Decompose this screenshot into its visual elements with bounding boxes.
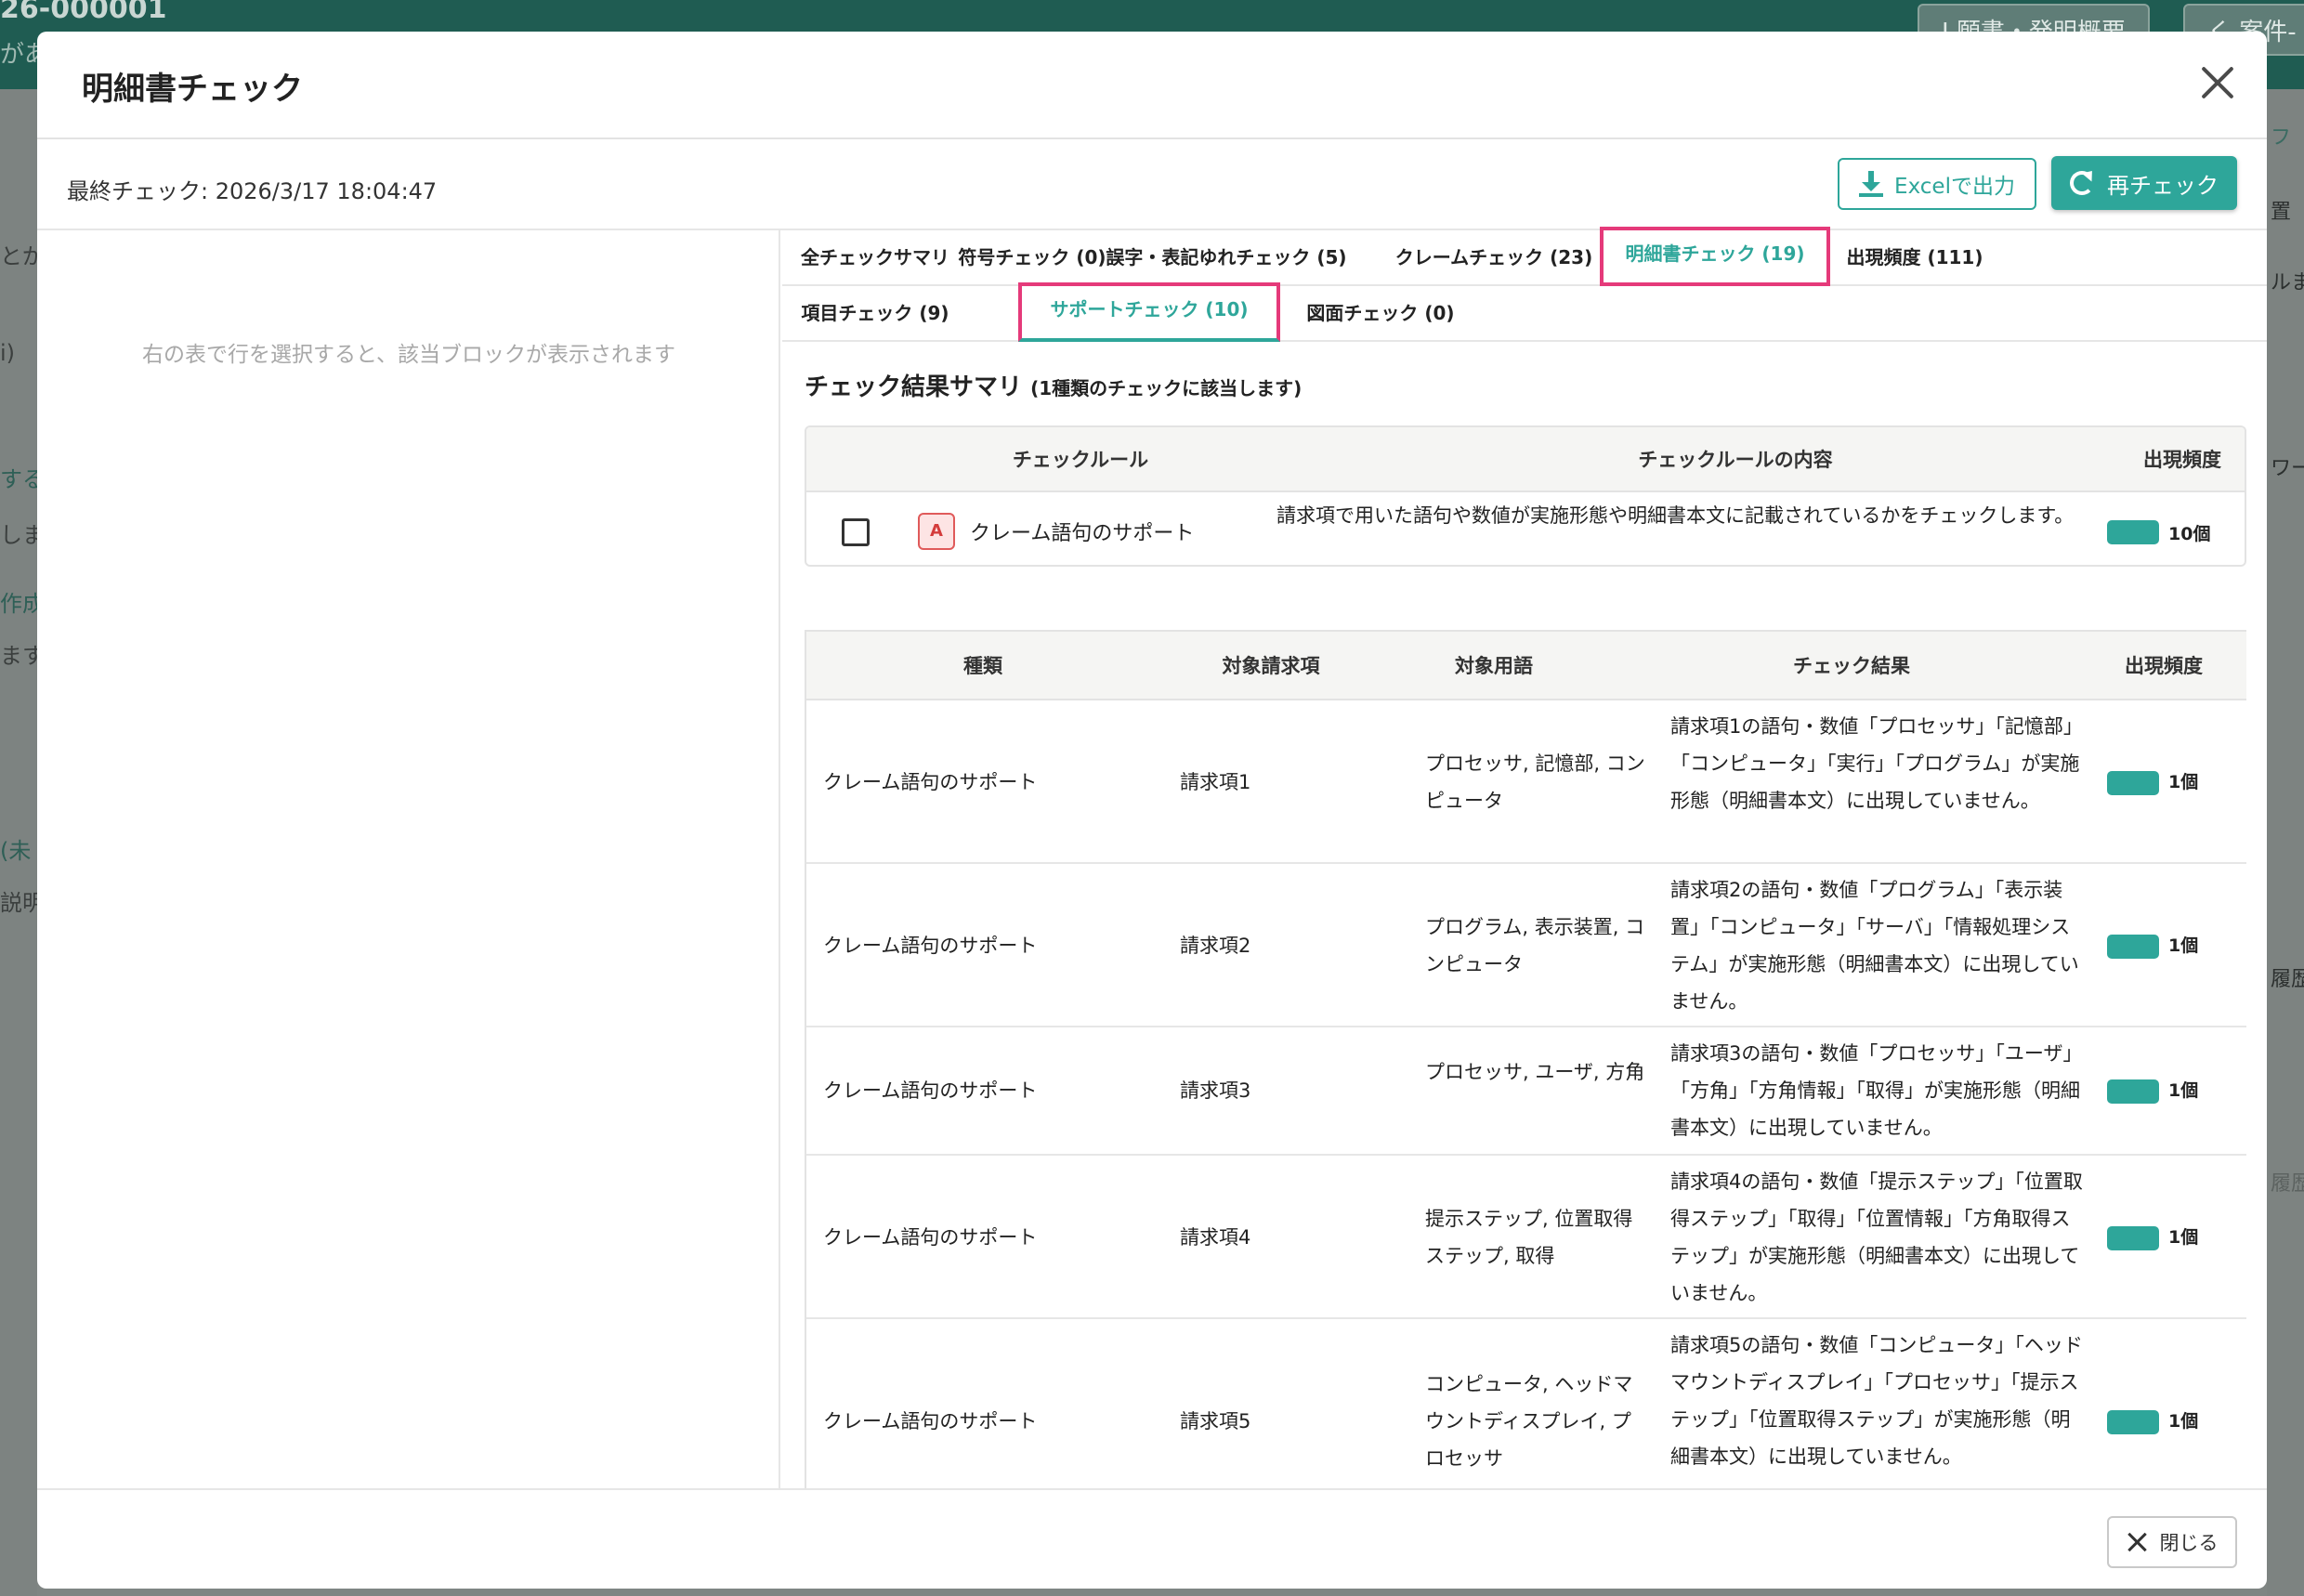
tab-support-check[interactable]: サポートチェック (10) (1018, 282, 1280, 342)
tab-all-summary[interactable]: 全チェックサマリ (801, 230, 949, 284)
recheck-label: 再チェック (2107, 172, 2219, 199)
detail-table-header: 種類 対象請求項 対象用語 チェック結果 出現頻度 (806, 632, 2246, 700)
row-type: クレーム語句のサポート (823, 1410, 1038, 1432)
frequency-bar (2107, 520, 2159, 544)
tab-drawing-check[interactable]: 図面チェック (0) (1306, 286, 1455, 340)
row-result: 請求項3の語句・数値「プロセッサ」「ユーザ」「方角」「方角情報」「取得」が実施形… (1670, 1042, 2083, 1139)
row-claim: 請求項4 (1180, 1226, 1251, 1249)
row-frequency: 1個 (2168, 772, 2199, 792)
detail-table: 種類 対象請求項 対象用語 チェック結果 出現頻度 クレーム語句のサポート 請求… (805, 630, 2246, 1488)
modal-footer: 閉じる (37, 1488, 2267, 1589)
table-row[interactable]: クレーム語句のサポート 請求項3 プロセッサ, ユーザ, 方角 請求項3の語句・… (806, 1027, 2246, 1156)
case-id: 26-000001 (0, 0, 167, 25)
row-claim: 請求項3 (1180, 1079, 1251, 1102)
frequency-bar (2107, 1410, 2159, 1434)
col-check-result: チェック結果 (1793, 655, 1910, 677)
row-terms: プロセッサ, ユーザ, 方角 (1425, 1061, 1645, 1083)
row-frequency: 1個 (2168, 1411, 2199, 1432)
row-claim: 請求項1 (1180, 771, 1251, 793)
col-frequency: 出現頻度 (2125, 655, 2203, 677)
row-type: クレーム語句のサポート (823, 771, 1038, 793)
recheck-button[interactable]: 再チェック (2051, 156, 2237, 210)
table-row[interactable]: クレーム語句のサポート 請求項5 コンピュータ, ヘッドマウントディスプレイ, … (806, 1319, 2246, 1488)
close-icon[interactable] (2194, 59, 2241, 106)
close-label: 閉じる (2159, 1532, 2219, 1554)
table-row[interactable]: クレーム語句のサポート 請求項1 プロセッサ, 記憶部, コンピュータ 請求項1… (806, 700, 2246, 864)
rule-description: 請求項で用いた語句や数値が実施形態や明細書本文に記載されているかをチェックします… (1276, 504, 2075, 527)
summary-table-header: チェックルール チェックルールの内容 出現頻度 (806, 427, 2245, 492)
row-result: 請求項4の語句・数値「提示ステップ」「位置取得ステップ」「取得」「位置情報」「方… (1670, 1171, 2083, 1304)
summary-note: (1種類のチェックに該当します) (1030, 377, 1303, 399)
frequency-bar (2107, 1079, 2159, 1104)
col-type: 種類 (963, 655, 1002, 677)
summary-title: チェック結果サマリ (1種類のチェックに該当します) (805, 368, 1302, 402)
rule-checkbox[interactable] (842, 518, 870, 546)
col-rule-content: チェックルールの内容 (1638, 449, 1833, 471)
tab-claim-check[interactable]: クレームチェック (23) (1373, 230, 1615, 284)
col-check-rule: チェックルール (1012, 449, 1149, 471)
tabs-row-2: 項目チェック (9) サポートチェック (10) 図面チェック (0) (782, 282, 2267, 342)
bg-fragment: (未 (0, 838, 32, 864)
frequency-value: 10個 (2168, 524, 2211, 544)
row-terms: 提示ステップ, 位置取得ステップ, 取得 (1425, 1208, 1633, 1267)
close-icon (2127, 1532, 2147, 1552)
row-type: クレーム語句のサポート (823, 1226, 1038, 1249)
table-row[interactable]: クレーム語句のサポート 請求項4 提示ステップ, 位置取得ステップ, 取得 請求… (806, 1156, 2246, 1319)
bg-fragment: i) (0, 340, 16, 366)
close-button[interactable]: 閉じる (2107, 1516, 2237, 1568)
bg-fragment: 履歴 (2271, 1172, 2304, 1196)
row-frequency: 1個 (2168, 1080, 2199, 1101)
tabs-row-1: 全チェックサマリ 符号チェック (0) 誤字・表記ゆれチェック (5) クレーム… (782, 227, 2267, 286)
row-terms: プログラム, 表示装置, コンピュータ (1425, 916, 1645, 975)
download-icon (1859, 171, 1884, 197)
summary-table: チェックルール チェックルールの内容 出現頻度 A クレーム語句のサポート 請求… (805, 425, 2246, 567)
tab-specification-check[interactable]: 明細書チェック (19) (1600, 227, 1830, 286)
bg-fragment: 履歴- (2271, 968, 2304, 991)
row-type: クレーム語句のサポート (823, 1079, 1038, 1102)
bg-fragment: フ (2271, 126, 2292, 150)
tab-item-check[interactable]: 項目チェック (9) (801, 286, 949, 340)
col-target-terms: 対象用語 (1455, 655, 1533, 677)
col-frequency: 出現頻度 (2143, 449, 2221, 471)
row-claim: 請求項2 (1180, 935, 1251, 957)
results-pane: 全チェックサマリ 符号チェック (0) 誤字・表記ゆれチェック (5) クレーム… (782, 227, 2267, 1488)
row-result: 請求項1の語句・数値「プロセッサ」「記憶部」「コンピュータ」「実行」「プログラム… (1670, 715, 2083, 812)
background-right-panel: フ 置 ルま ワー 履歴- 履歴 (2267, 89, 2304, 1596)
refresh-icon (2070, 171, 2094, 195)
row-frequency: 1個 (2168, 935, 2199, 956)
col-target-claim: 対象請求項 (1222, 655, 1320, 677)
preview-hint: 右の表で行を選択すると、該当ブロックが表示されます (141, 343, 676, 367)
spec-check-modal: 明細書チェック 最終チェック: 2026/3/17 18:04:47 Excel… (37, 32, 2267, 1589)
tab-typo-check[interactable]: 誤字・表記ゆれチェック (5) (1078, 230, 1375, 284)
bg-fragment: ルま (2271, 271, 2304, 294)
row-terms: プロセッサ, 記憶部, コンピュータ (1425, 752, 1645, 812)
tab-frequency[interactable]: 出現頻度 (111) (1845, 230, 1984, 284)
rule-name: クレーム語句のサポート (970, 522, 1195, 545)
row-frequency: 1個 (2168, 1227, 2199, 1248)
row-result: 請求項2の語句・数値「プログラム」「表示装置」「コンピュータ」「サーバ」「情報処… (1670, 879, 2079, 1013)
last-check-timestamp: 最終チェック: 2026/3/17 18:04:47 (67, 178, 438, 204)
modal-title: 明細書チェック (82, 71, 303, 108)
frequency-bar (2107, 935, 2159, 959)
table-row[interactable]: クレーム語句のサポート 請求項2 プログラム, 表示装置, コンピュータ 請求項… (806, 864, 2246, 1027)
row-claim: 請求項5 (1180, 1410, 1251, 1432)
row-type: クレーム語句のサポート (823, 935, 1038, 957)
row-result: 請求項5の語句・数値「コンピュータ」「ヘッドマウントディスプレイ」「プロセッサ」… (1670, 1334, 2083, 1468)
modal-header: 明細書チェック (37, 32, 2267, 139)
bg-fragment: ワー (2271, 457, 2304, 480)
export-excel-label: Excelで出力 (1894, 175, 2015, 199)
export-excel-button[interactable]: Excelで出力 (1838, 158, 2036, 210)
rule-level-badge: A (918, 513, 955, 550)
frequency-bar (2107, 1226, 2159, 1250)
background-left-panel: とが i) する しま 作成 ます (未 説明 (0, 89, 45, 1596)
row-terms: コンピュータ, ヘッドマウントディスプレイ, プロセッサ (1425, 1373, 1633, 1470)
modal-toolbar: 最終チェック: 2026/3/17 18:04:47 Excelで出力 再チェッ… (37, 141, 2267, 230)
frequency-bar (2107, 771, 2159, 795)
summary-title-text: チェック結果サマリ (805, 373, 1023, 401)
block-preview-pane: 右の表で行を選択すると、該当ブロックが表示されます (37, 230, 780, 1488)
bg-fragment: 置 (2271, 201, 2292, 224)
